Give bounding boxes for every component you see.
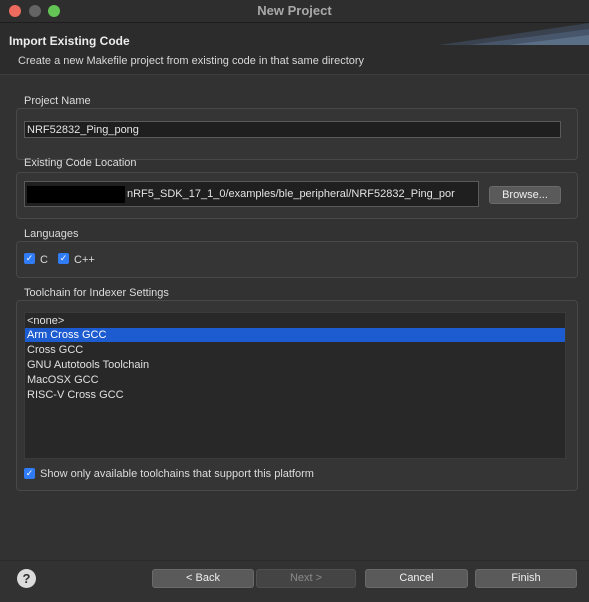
wizard-header: Import Existing Code Create a new Makefi… xyxy=(0,23,589,75)
finish-button[interactable]: Finish xyxy=(475,569,577,588)
toolchain-item-macosx-gcc[interactable]: MacOSX GCC xyxy=(25,373,565,387)
code-location-label: Existing Code Location xyxy=(24,157,137,169)
help-icon[interactable]: ? xyxy=(17,569,36,588)
code-location-input[interactable]: nRF5_SDK_17_1_0/examples/ble_peripheral/… xyxy=(24,181,479,207)
language-c-checkbox[interactable]: ✓ xyxy=(24,253,35,264)
language-cpp-checkbox[interactable]: ✓ xyxy=(58,253,69,264)
toolchain-item-riscv-cross-gcc[interactable]: RISC-V Cross GCC xyxy=(25,388,565,402)
code-location-value: nRF5_SDK_17_1_0/examples/ble_peripheral/… xyxy=(127,188,455,200)
toolchain-item-arm-cross-gcc[interactable]: Arm Cross GCC xyxy=(25,328,565,342)
language-cpp-label: C++ xyxy=(74,254,95,266)
show-available-toolchains-label: Show only available toolchains that supp… xyxy=(40,468,314,480)
toolchain-list[interactable]: <none> Arm Cross GCC Cross GCC GNU Autot… xyxy=(24,312,566,459)
show-available-toolchains-checkbox[interactable]: ✓ xyxy=(24,468,35,479)
languages-group xyxy=(16,241,578,278)
wizard-page-description: Create a new Makefile project from exist… xyxy=(18,55,365,67)
back-button[interactable]: < Back xyxy=(152,569,254,588)
window-title: New Project xyxy=(257,3,332,18)
browse-button[interactable]: Browse... xyxy=(489,186,561,204)
toolchain-item-none[interactable]: <none> xyxy=(25,314,565,328)
next-button[interactable]: Next > xyxy=(256,569,356,588)
cancel-button[interactable]: Cancel xyxy=(365,569,468,588)
project-name-label: Project Name xyxy=(24,95,91,107)
title-bar: New Project xyxy=(0,0,589,23)
toolchain-item-gnu-autotools[interactable]: GNU Autotools Toolchain xyxy=(25,358,565,372)
new-project-dialog: New Project Import Existing Code Create … xyxy=(0,0,589,602)
wizard-page-title: Import Existing Code xyxy=(9,34,130,48)
wizard-banner-graphic xyxy=(439,23,589,45)
language-c-label: C xyxy=(40,254,48,266)
footer-divider xyxy=(0,560,589,561)
toolchain-label: Toolchain for Indexer Settings xyxy=(24,287,169,299)
languages-label: Languages xyxy=(24,228,79,240)
toolchain-item-cross-gcc[interactable]: Cross GCC xyxy=(25,343,565,357)
redacted-path-block xyxy=(27,186,125,203)
project-name-input[interactable] xyxy=(24,121,561,138)
